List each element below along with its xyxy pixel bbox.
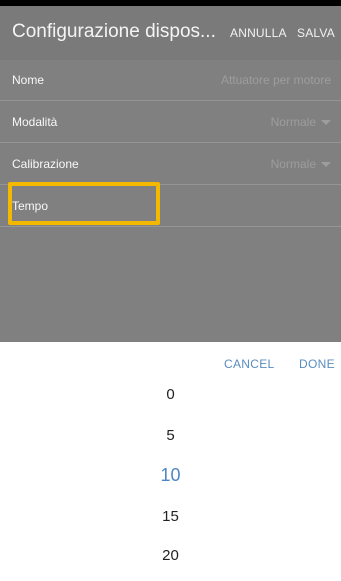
picker-option[interactable]: 20 — [0, 547, 341, 564]
caret-down-icon — [321, 162, 331, 168]
number-picker: CANCEL DONE 0 5 10 15 20 — [0, 342, 341, 581]
annulla-button[interactable]: ANNULLA — [230, 26, 287, 40]
picker-option-selected[interactable]: 10 — [0, 465, 341, 486]
field-row-modalita[interactable]: Modalità Normale — [0, 102, 341, 143]
field-label-calibrazione: Calibrazione — [12, 157, 79, 171]
device-config-screen: Configurazione dispos... ANNULLA SALVA N… — [0, 6, 341, 342]
field-row-nome[interactable]: Nome Attuatore per motore — [0, 60, 341, 101]
field-value-modalita: Normale — [270, 115, 316, 129]
field-row-calibrazione[interactable]: Calibrazione Normale — [0, 144, 341, 185]
field-value-nome[interactable]: Attuatore per motore — [221, 73, 331, 87]
salva-button[interactable]: SALVA — [297, 26, 335, 40]
picker-option[interactable]: 0 — [0, 386, 341, 403]
field-label-modalita: Modalità — [12, 115, 58, 129]
field-label-nome: Nome — [12, 73, 45, 87]
tempo-highlight-box — [8, 182, 160, 225]
field-value-calibrazione: Normale — [270, 157, 316, 171]
picker-done-button[interactable]: DONE — [299, 357, 335, 371]
picker-option[interactable]: 5 — [0, 427, 341, 444]
caret-down-icon — [321, 120, 331, 126]
picker-cancel-button[interactable]: CANCEL — [224, 357, 274, 371]
field-dropdown-modalita[interactable]: Normale — [271, 115, 331, 129]
field-dropdown-calibrazione[interactable]: Normale — [271, 157, 331, 171]
app-header: Configurazione dispos... ANNULLA SALVA — [0, 6, 341, 60]
picker-option[interactable]: 15 — [0, 508, 341, 525]
page-title: Configurazione dispos... — [12, 21, 216, 42]
